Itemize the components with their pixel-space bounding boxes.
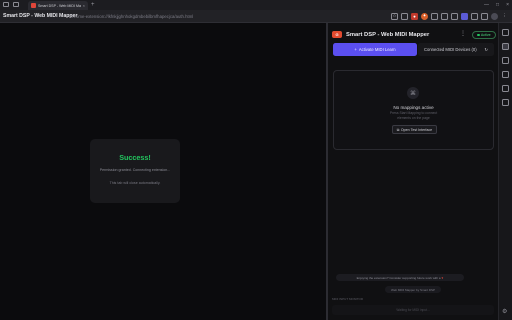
browser-tab[interactable]: Smart DSP - Web MIDI Mapper × xyxy=(28,1,88,10)
menu-kebab-icon[interactable]: ⋮ xyxy=(501,13,508,20)
rail-reading-icon[interactable] xyxy=(502,71,509,78)
toolbar-icons: ☆ ● ✦ ⋮ xyxy=(391,12,508,20)
status-dot-icon xyxy=(477,33,480,37)
extension-shield-icon[interactable] xyxy=(401,12,408,20)
activate-midi-learn-button[interactable]: + Activate MIDI Learn xyxy=(333,43,417,56)
tab-close-icon[interactable]: × xyxy=(83,3,85,8)
rail-bookmarks-icon[interactable] xyxy=(502,57,509,64)
smart-dsp-logo-icon: G xyxy=(332,31,342,38)
close-window-button[interactable]: × xyxy=(506,1,509,9)
address-bar: Smart DSP - Web MIDI Mapper chrome-exten… xyxy=(0,10,512,23)
rail-extension-icon[interactable] xyxy=(502,43,509,50)
heart-icon: ♥ xyxy=(441,275,444,280)
mappings-desc-line2: elements on the page xyxy=(397,116,430,120)
status-label: Active xyxy=(480,33,491,37)
credit-chip[interactable]: Web MIDI Mapper by Smart DSP xyxy=(385,286,441,293)
tab-title: Smart DSP - Web MIDI Mapper xyxy=(38,3,81,8)
bookmark-icon[interactable]: ☆ xyxy=(391,12,398,20)
panel-title: Smart DSP - Web MIDI Mapper xyxy=(346,31,430,38)
support-text: Enjoying the extension? Consider support… xyxy=(356,275,441,280)
rail-history-icon[interactable] xyxy=(502,85,509,92)
panel-menu-icon[interactable]: ⋮ xyxy=(460,30,466,37)
extension-red-icon[interactable]: ● xyxy=(411,12,418,20)
tab-favicon-icon xyxy=(31,3,36,8)
activate-label: Activate MIDI Learn xyxy=(358,47,396,52)
refresh-icon[interactable]: ↻ xyxy=(484,47,488,52)
success-card: Success! Permission granted. Connecting … xyxy=(90,139,180,203)
open-test-label: Open Test Interface xyxy=(400,127,433,132)
new-tab-button[interactable]: + xyxy=(91,1,95,9)
profile-avatar[interactable] xyxy=(491,12,498,20)
url-field[interactable]: chrome-extension://lkfnkjjghnhokgdmbebil… xyxy=(70,14,193,19)
extension-chat-icon[interactable] xyxy=(441,12,448,20)
settings-gear-icon[interactable]: ⚙ xyxy=(502,309,507,316)
auto-close-note: This tab will close automatically. xyxy=(109,181,161,185)
rail-add-icon[interactable] xyxy=(502,99,509,106)
extension-puzzle-icon[interactable] xyxy=(471,12,478,20)
monitor-label: MIDI INPUT MONITOR xyxy=(332,297,364,301)
plus-icon: + xyxy=(354,47,357,52)
minimize-button[interactable]: — xyxy=(484,1,489,9)
extension-code-icon[interactable] xyxy=(451,12,458,20)
extension-smart-dsp-icon[interactable]: ✦ xyxy=(421,12,428,20)
page-title: Smart DSP - Web MIDI Mapper xyxy=(3,13,78,19)
connected-devices-button[interactable]: Connected MIDI Devices (0) ↻ xyxy=(418,43,494,56)
devices-label: Connected MIDI Devices (0) xyxy=(424,47,477,52)
window-controls: — □ × xyxy=(484,1,509,9)
mappings-empty-state: ⌘ No mappings active Press Start Mapping… xyxy=(333,70,494,150)
success-message: Permission granted. Connecting extension… xyxy=(99,168,171,172)
link-off-icon: ⌘ xyxy=(407,87,419,99)
tab-strip: Smart DSP - Web MIDI Mapper × + — □ × xyxy=(0,0,512,10)
tab-actions-icon[interactable] xyxy=(3,2,9,7)
extension-purple-icon[interactable] xyxy=(461,12,468,20)
side-panel: G Smart DSP - Web MIDI Mapper ⋮ Active +… xyxy=(328,23,498,320)
mappings-desc-line1: Press Start Mapping to connect xyxy=(389,111,438,115)
maximize-button[interactable]: □ xyxy=(496,1,499,9)
success-title: Success! xyxy=(119,153,151,162)
right-rail: ⚙ xyxy=(498,23,512,320)
open-test-interface-button[interactable]: ⧉ Open Test Interface xyxy=(392,125,437,134)
page-content: Success! Permission granted. Connecting … xyxy=(0,23,326,320)
extension-grid-icon[interactable] xyxy=(431,12,438,20)
midi-input-monitor: Waiting for MIDI input... xyxy=(332,305,494,315)
external-icon: ⧉ xyxy=(396,127,400,132)
status-badge: Active xyxy=(472,31,496,39)
sidepanel-icon[interactable] xyxy=(481,12,488,20)
tab-search-icon[interactable] xyxy=(13,2,19,7)
mappings-title: No mappings active xyxy=(393,105,434,110)
rail-search-icon[interactable] xyxy=(502,29,509,36)
support-banner[interactable]: Enjoying the extension? Consider support… xyxy=(336,274,464,281)
panel-header: G Smart DSP - Web MIDI Mapper ⋮ Active xyxy=(332,29,496,41)
